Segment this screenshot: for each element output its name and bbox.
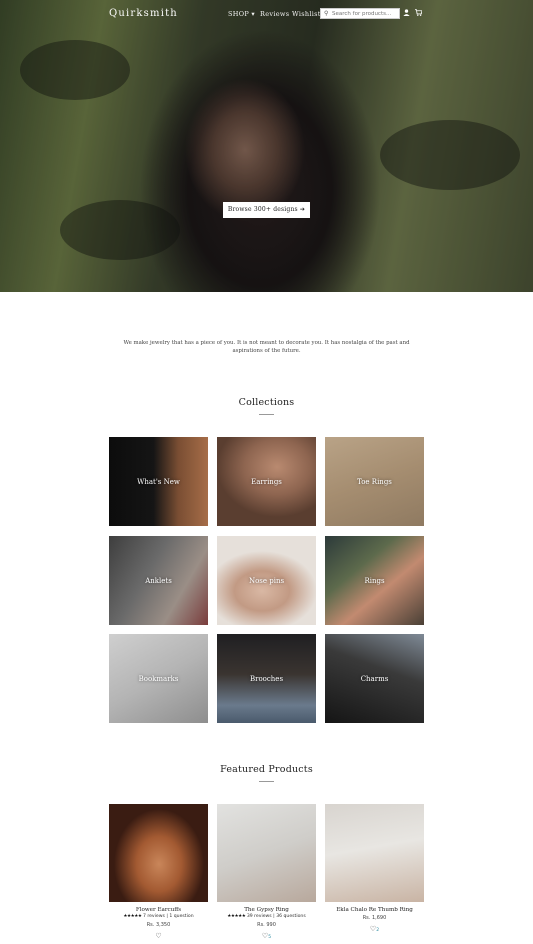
search-input[interactable] — [332, 10, 398, 18]
product-rating: ★★★★★ 39 reviews | 36 questions — [227, 914, 306, 919]
wishlist-count: 5 — [268, 935, 272, 940]
wishlist-toggle[interactable]: ♡5 — [217, 932, 316, 940]
nav-reviews[interactable]: Reviews — [260, 10, 289, 18]
top-nav: Quirksmith SHOP ▾ Reviews Wishlist ⚲ — [0, 0, 533, 28]
collection-tile-whats-new[interactable]: What's New — [109, 437, 208, 526]
collection-label: Rings — [364, 576, 385, 585]
featured-title: Featured Products — [220, 764, 313, 775]
product-rating: ★★★★★ 7 reviews | 1 question — [123, 914, 194, 919]
hero-banner: Quirksmith SHOP ▾ Reviews Wishlist ⚲ Bro… — [0, 0, 533, 292]
collection-tile-earrings[interactable]: Earrings — [217, 437, 316, 526]
product-price: Rs. 1,690 — [362, 915, 387, 921]
search-icon: ⚲ — [324, 10, 329, 17]
collection-label: Charms — [360, 674, 389, 683]
review-count[interactable]: 7 reviews — [143, 914, 165, 919]
collection-tile-anklets[interactable]: Anklets — [109, 536, 208, 625]
intro-text: We make jewelry that has a piece of you.… — [123, 340, 410, 354]
nav-shop-label: SHOP — [228, 10, 250, 18]
heart-icon: ♡ — [155, 932, 162, 940]
account-icon[interactable] — [403, 9, 410, 18]
wishlist-count: 2 — [376, 928, 380, 933]
collection-label: What's New — [137, 477, 180, 486]
featured-divider — [259, 781, 274, 782]
wishlist-toggle[interactable]: ♡ — [109, 932, 208, 940]
collection-tile-bookmarks[interactable]: Bookmarks — [109, 634, 208, 723]
review-count[interactable]: 39 reviews — [247, 914, 272, 919]
rating-stars: ★★★★★ — [227, 914, 246, 919]
product-name[interactable]: The Gypsy Ring — [217, 907, 316, 913]
product-image[interactable] — [217, 804, 316, 902]
product-image[interactable] — [109, 804, 208, 902]
product-price: Rs. 3,350 — [146, 922, 171, 928]
hero-overlay — [0, 0, 533, 292]
collections-divider — [259, 414, 274, 415]
rating-stars: ★★★★★ — [123, 914, 142, 919]
nav-shop[interactable]: SHOP ▾ — [228, 10, 255, 18]
collection-tile-rings[interactable]: Rings — [325, 536, 424, 625]
collections-title: Collections — [238, 397, 295, 408]
product-name[interactable]: Ekla Chalo Re Thumb Ring — [325, 907, 424, 913]
collection-label: Anklets — [145, 576, 172, 585]
collection-label: Earrings — [251, 477, 282, 486]
product-image[interactable] — [325, 804, 424, 902]
collection-label: Bookmarks — [138, 674, 179, 683]
product-price: Rs. 990 — [257, 922, 276, 928]
search-bar[interactable]: ⚲ — [320, 8, 400, 19]
collection-tile-toe-rings[interactable]: Toe Rings — [325, 437, 424, 526]
question-count[interactable]: 1 question — [169, 914, 193, 919]
collection-tile-nose-pins[interactable]: Nose pins — [217, 536, 316, 625]
collection-tile-brooches[interactable]: Brooches — [217, 634, 316, 723]
product-name[interactable]: Flower Earcuffs — [109, 907, 208, 913]
collection-label: Brooches — [249, 674, 284, 683]
cart-icon[interactable] — [415, 9, 423, 18]
wishlist-toggle[interactable]: ♡2 — [325, 925, 424, 933]
collection-label: Toe Rings — [357, 477, 392, 486]
collection-tile-charms[interactable]: Charms — [325, 634, 424, 723]
nav-wishlist[interactable]: Wishlist — [292, 10, 321, 18]
brand-logo[interactable]: Quirksmith — [109, 8, 178, 19]
browse-designs-button[interactable]: Browse 300+ designs ➔ — [223, 202, 310, 218]
collection-label: Nose pins — [248, 576, 285, 585]
question-count[interactable]: 36 questions — [276, 914, 306, 919]
chevron-down-icon: ▾ — [251, 10, 255, 18]
